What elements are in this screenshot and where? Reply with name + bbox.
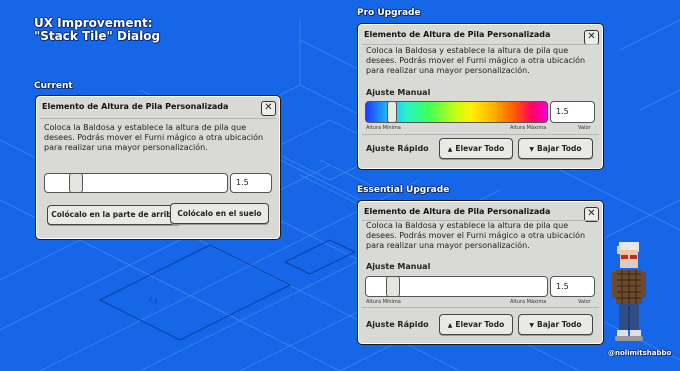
lower-all-button[interactable]: ▼ Bajar Todo	[518, 314, 593, 335]
credit-handle: @nolimitshabbo	[608, 349, 672, 357]
color-height-slider[interactable]	[365, 101, 548, 123]
section-label-current: Current	[34, 81, 73, 91]
arrow-down-icon: ▼	[529, 322, 535, 329]
dialog-description: Coloca la Baldosa y establece la altura …	[44, 123, 264, 152]
page-title: UX Improvement: "Stack Tile" Dialog	[34, 17, 160, 43]
height-value-input[interactable]: 1.5	[230, 173, 272, 193]
habbo-avatar	[612, 242, 646, 341]
min-height-label: Altura Mínima	[366, 299, 401, 305]
manual-adjust-label: Ajuste Manual	[366, 88, 431, 97]
slider-thumb[interactable]	[69, 173, 83, 193]
value-label: Valor	[578, 125, 591, 131]
min-height-label: Altura Mínima	[366, 125, 401, 131]
slider-thumb[interactable]	[386, 276, 400, 297]
lower-all-button[interactable]: ▼ Bajar Todo	[518, 138, 593, 159]
place-on-floor-button[interactable]: Colócalo en el suelo	[170, 203, 269, 224]
arrow-down-icon: ▼	[529, 146, 535, 153]
raise-all-label: Elevar Todo	[455, 144, 505, 153]
max-height-label: Altura Máxima	[510, 125, 547, 131]
section-label-pro: Pro Upgrade	[357, 8, 421, 18]
value-label: Valor	[578, 299, 591, 305]
dialog-description: Coloca la Baldosa y establece la altura …	[366, 221, 586, 250]
arrow-up-icon: ▲	[447, 322, 453, 329]
section-label-essential: Essential Upgrade	[357, 185, 450, 195]
height-value-input[interactable]: 1.5	[550, 101, 595, 123]
quick-adjust-label: Ajuste Rápido	[366, 144, 429, 153]
height-value-input[interactable]: 1.5	[550, 276, 595, 297]
arrow-up-icon: ▲	[447, 146, 453, 153]
divider	[362, 307, 599, 308]
divider	[362, 134, 599, 135]
divider	[362, 44, 599, 45]
quick-adjust-label: Ajuste Rápido	[366, 320, 429, 329]
raise-all-button[interactable]: ▲ Elevar Todo	[439, 314, 513, 335]
raise-all-label: Elevar Todo	[455, 320, 505, 329]
pro-stack-tile-dialog: Elemento de Altura de Pila Personalizada…	[357, 23, 604, 170]
close-icon[interactable]: ✕	[584, 30, 599, 45]
lower-all-label: Bajar Todo	[537, 320, 582, 329]
lower-all-label: Bajar Todo	[537, 144, 582, 153]
page-title-line2: "Stack Tile" Dialog	[34, 29, 161, 43]
current-stack-tile-dialog: Elemento de Altura de Pila Personalizada…	[35, 95, 281, 240]
slider-thumb[interactable]	[387, 101, 397, 123]
manual-adjust-label: Ajuste Manual	[366, 262, 431, 271]
height-slider[interactable]	[44, 173, 228, 193]
raise-all-button[interactable]: ▲ Elevar Todo	[439, 138, 513, 159]
close-icon[interactable]: ✕	[261, 101, 276, 116]
place-on-top-button[interactable]: Colócalo en la parte de arriba	[47, 205, 181, 225]
essential-stack-tile-dialog: Elemento de Altura de Pila Personalizada…	[357, 200, 604, 345]
max-height-label: Altura Máxima	[510, 299, 547, 305]
dialog-description: Coloca la Baldosa y establece la altura …	[366, 46, 586, 75]
svg-text:1.5: 1.5	[147, 296, 159, 307]
dialog-title: Elemento de Altura de Pila Personalizada	[364, 207, 551, 216]
height-slider[interactable]	[365, 276, 548, 297]
dialog-title: Elemento de Altura de Pila Personalizada	[364, 30, 551, 39]
divider	[40, 118, 276, 119]
dialog-title: Elemento de Altura de Pila Personalizada	[42, 102, 229, 111]
